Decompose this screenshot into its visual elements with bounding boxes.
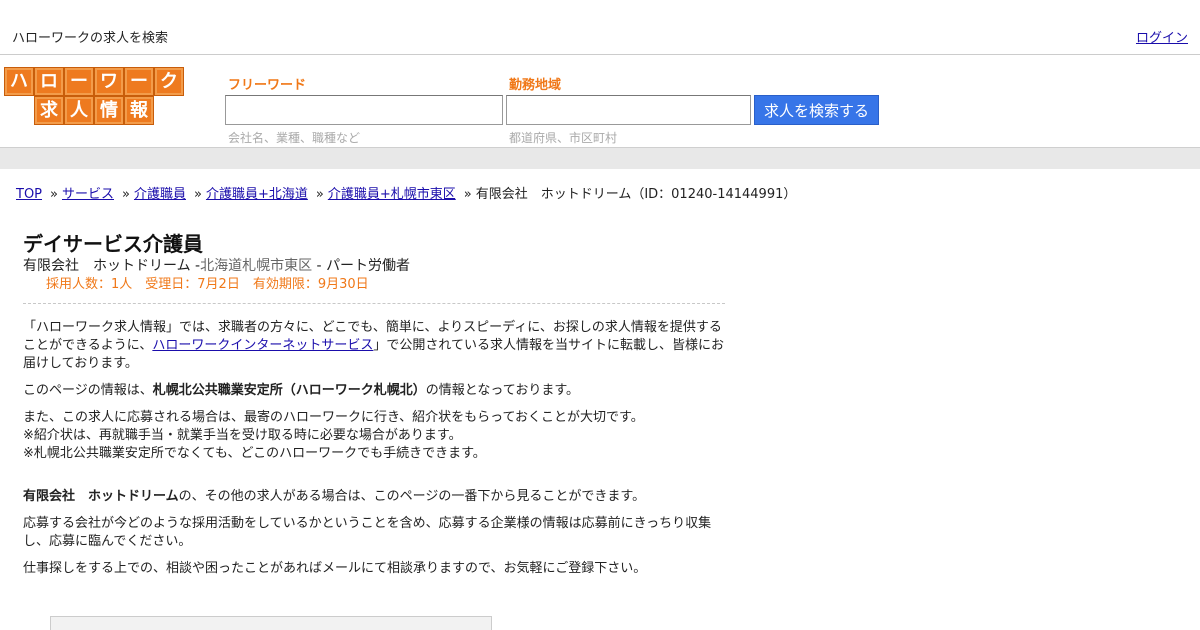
keyword-hint: 会社名、業種、職種など [228, 131, 361, 145]
job-title: デイサービス介護員 [23, 232, 203, 256]
breadcrumb-separator: » [463, 187, 472, 202]
other-jobs-paragraph: 有限会社 ホットドリームの、その他の求人がある場合は、このページの一番下から見る… [23, 488, 725, 506]
logo-char: ロ [34, 67, 64, 96]
job-meta: 採用人数：1人 受理日：7月2日 有効期限：9月30日 [46, 277, 369, 292]
logo-char: ワ [94, 67, 124, 96]
logo-char: ー [124, 67, 154, 96]
logo-char: ハ [4, 67, 34, 96]
breadcrumb-caregiver-hokkaido[interactable]: 介護職員+北海道 [206, 187, 308, 202]
logo-row-hellowork: ハ ロ ー ワ ー ク [4, 67, 185, 96]
job-location: 北海道札幌市東区 [200, 258, 313, 274]
login-link[interactable]: ログイン [1136, 27, 1188, 46]
hellowork-internet-link[interactable]: ハローワークインターネットサービス [152, 338, 373, 353]
breadcrumb-separator: » [315, 187, 324, 202]
contact-paragraph: 仕事探しをする上での、相談や困ったことがあればメールにて相談承りますので、お気軽… [23, 561, 647, 576]
site-tagline: ハローワークの求人を検索 [12, 31, 169, 46]
office-paragraph: このページの情報は、札幌北公共職業安定所（ハローワーク札幌北）の情報となっており… [23, 382, 725, 400]
logo-char: 人 [64, 96, 94, 125]
office-text-end: の情報となっております。 [425, 383, 580, 398]
job-detail: デイサービス介護員 有限会社 ホットドリーム -北海道札幌市東区 - パート労働… [23, 231, 725, 578]
site-logo[interactable]: ハ ロ ー ワ ー ク 求 人 情 報 [4, 67, 184, 126]
company-name-bold: 有限会社 ホットドリーム [23, 489, 179, 504]
referral-line: また、この求人に応募される場合は、最寄のハローワークに行き、紹介状をもらっておく… [23, 410, 644, 425]
divider [23, 303, 725, 304]
office-name: 札幌北公共職業安定所（ハローワーク札幌北） [152, 383, 426, 398]
header-divider-band [0, 147, 1200, 169]
breadcrumb-separator: » [193, 187, 202, 202]
company-name: 有限会社 ホットドリーム [23, 258, 191, 274]
breadcrumb-caregiver[interactable]: 介護職員 [134, 187, 186, 202]
breadcrumb-current: 有限会社 ホットドリーム（ID：01240-14144991） [475, 187, 797, 202]
breadcrumb-separator: » [122, 187, 130, 202]
area-input[interactable] [506, 95, 751, 125]
logo-row-kyujin: 求 人 情 報 [34, 96, 155, 125]
top-bar: ハローワークの求人を検索 ログイン [0, 0, 1200, 55]
referral-paragraph: また、この求人に応募される場合は、最寄のハローワークに行き、紹介状をもらっておく… [23, 409, 725, 463]
logo-char: ー [64, 67, 94, 96]
keyword-input[interactable] [225, 95, 503, 125]
office-text: このページの情報は、 [23, 383, 153, 398]
breadcrumb-caregiver-higashi[interactable]: 介護職員+札幌市東区 [328, 187, 456, 202]
other-jobs-text: の、その他の求人がある場合は、このページの一番下から見ることができます。 [178, 489, 646, 504]
referral-note: ※札幌北公共職業安定所でなくても、どこのハローワークでも手続きできます。 [23, 446, 486, 461]
search-button[interactable]: 求人を検索する [754, 95, 879, 125]
breadcrumb-separator: » [50, 187, 58, 202]
job-info-table [50, 616, 492, 630]
logo-char: ク [154, 67, 184, 96]
logo-char: 情 [94, 96, 124, 125]
breadcrumb-service[interactable]: サービス [62, 187, 114, 202]
employment-type: パート労働者 [326, 258, 411, 274]
breadcrumb-top[interactable]: TOP [16, 187, 42, 202]
advice-paragraph: 応募する会社が今どのような採用活動をしているかということを含め、応募する企業様の… [23, 516, 712, 549]
logo-char: 報 [124, 96, 154, 125]
intro-paragraph: 「ハローワーク求人情報」では、求職者の方々に、どこでも、簡単に、よりスピーディに… [23, 319, 725, 373]
keyword-label: フリーワード [228, 78, 307, 93]
header: ハ ロ ー ワ ー ク 求 人 情 報 フリーワード 会社名、業種、職種など 勤… [0, 55, 1200, 147]
breadcrumb: TOP» サービス» 介護職員» 介護職員+北海道» 介護職員+札幌市東区» 有限会社 ホ… [16, 183, 796, 202]
area-hint: 都道府県、市区町村 [509, 131, 618, 145]
logo-char: 求 [34, 96, 64, 125]
referral-note: ※紹介状は、再就職手当・就業手当を受け取る時に必要な場合があります。 [23, 428, 462, 443]
job-subtitle: 有限会社 ホットドリーム -北海道札幌市東区 - パート労働者 [23, 258, 411, 274]
area-label: 勤務地域 [509, 78, 562, 93]
